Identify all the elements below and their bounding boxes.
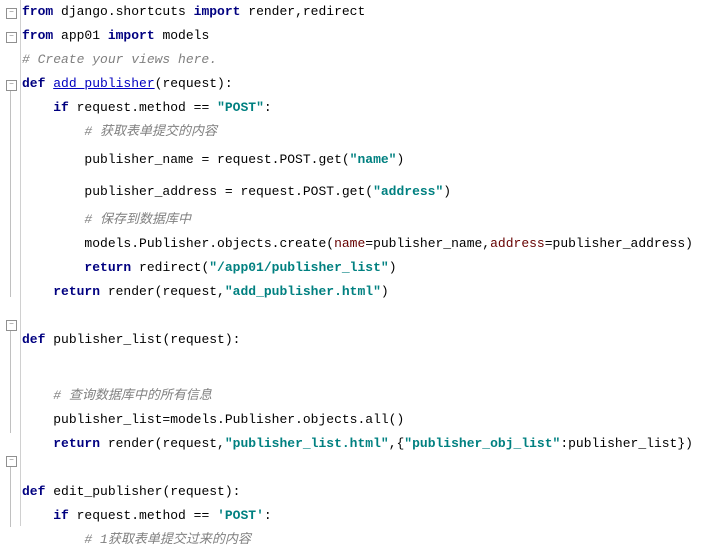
code-line: from app01 import models [22,24,716,48]
gutter [0,0,21,526]
fold-icon[interactable] [6,80,17,91]
code-line: # 1获取表单提交过来的内容 [22,528,716,552]
fold-icon[interactable] [6,8,17,19]
fold-icon[interactable] [6,456,17,467]
code-line: def edit_publisher(request): [22,480,716,504]
code-line: from django.shortcuts import render,redi… [22,0,716,24]
code-line: publisher_name = request.POST.get("name"… [22,144,716,176]
fold-icon[interactable] [6,320,17,331]
code-line: publisher_address = request.POST.get("ad… [22,176,716,208]
code-line [22,456,716,480]
code-line: return render(request,"add_publisher.htm… [22,280,716,304]
code-line [22,304,716,328]
code-line: def publisher_list(request): [22,328,716,352]
code-line: def add_publisher(request): [22,72,716,96]
code-line: # 保存到数据库中 [22,208,716,232]
code-line: models.Publisher.objects.create(name=pub… [22,232,716,256]
code-line: # Create your views here. [22,48,716,72]
code-line: if request.method == "POST": [22,96,716,120]
code-line: publisher_list=models.Publisher.objects.… [22,408,716,432]
code-line [22,352,716,384]
code-line: # 查询数据库中的所有信息 [22,384,716,408]
code-line: return render(request,"publisher_list.ht… [22,432,716,456]
code-line: if request.method == 'POST': [22,504,716,528]
fold-icon[interactable] [6,32,17,43]
code-line: return redirect("/app01/publisher_list") [22,256,716,280]
code-editor[interactable]: from django.shortcuts import render,redi… [22,0,716,552]
code-line: # 获取表单提交的内容 [22,120,716,144]
